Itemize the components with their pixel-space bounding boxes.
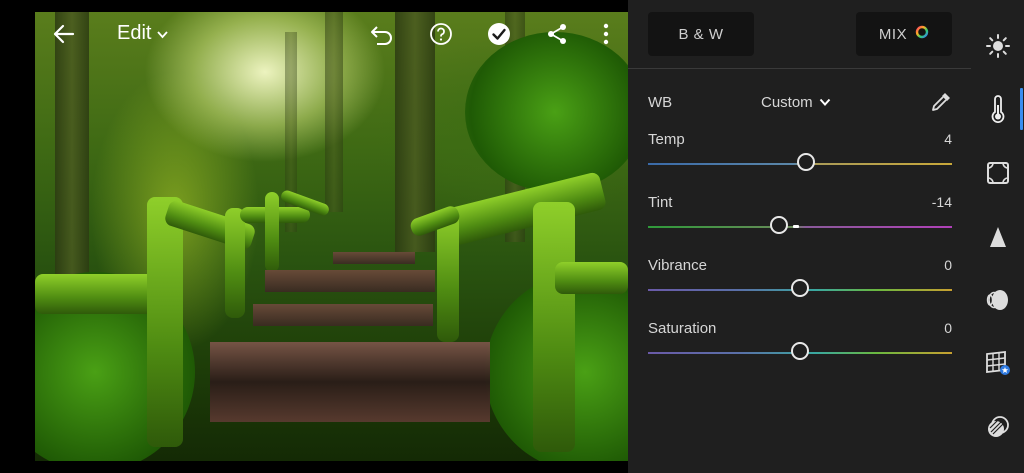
moss-post: [147, 197, 183, 447]
wb-preset-dropdown[interactable]: Custom: [761, 94, 831, 111]
edit-mode-dropdown[interactable]: Edit: [117, 22, 169, 45]
slider-label: Vibrance: [648, 257, 707, 274]
more-vertical-icon[interactable]: [598, 22, 614, 46]
slider-label: Temp: [648, 131, 685, 148]
chevron-down-icon: [157, 22, 169, 45]
default-value-marker: [793, 225, 799, 228]
moss-post: [533, 202, 575, 452]
chevron-down-icon: [819, 94, 831, 111]
vibrance-slider[interactable]: Vibrance 0: [648, 257, 952, 307]
slider-value: 0: [944, 320, 952, 336]
editor-toolbar: Edit: [35, 12, 628, 56]
slider-track[interactable]: [648, 226, 952, 228]
moss-post: [225, 208, 245, 318]
optics-icon[interactable]: [983, 285, 1013, 315]
slider-value: 4: [944, 131, 952, 147]
detail-icon[interactable]: [983, 222, 1013, 252]
slider-thumb[interactable]: [769, 216, 788, 234]
walkway-step: [333, 252, 415, 264]
check-icon[interactable]: [486, 22, 512, 46]
eyedropper-icon[interactable]: [929, 90, 953, 118]
geometry-icon[interactable]: [983, 348, 1013, 378]
effects-icon[interactable]: [983, 158, 1013, 188]
arrow-left-icon[interactable]: [51, 22, 77, 46]
walkway-step: [253, 304, 433, 326]
walkway-step: [265, 270, 435, 292]
white-balance-row: WB Custom: [648, 93, 953, 116]
slider-thumb[interactable]: [797, 153, 816, 171]
panel-divider: [628, 68, 971, 69]
moss-rail: [555, 262, 628, 294]
wb-preset-value: Custom: [761, 94, 813, 111]
light-icon[interactable]: [983, 31, 1013, 61]
color-panel: B & W MIX WB Custom Temp 4 Tint -14 Vibr…: [628, 0, 971, 473]
slider-value: 0: [944, 257, 952, 273]
tint-slider[interactable]: Tint -14: [648, 194, 952, 244]
share-icon[interactable]: [544, 22, 570, 46]
color-temperature-icon[interactable]: [983, 94, 1013, 124]
mix-button-label: MIX: [878, 25, 908, 43]
slider-label: Tint: [648, 194, 673, 211]
walkway-step: [210, 342, 490, 422]
undo-icon[interactable]: [368, 22, 396, 46]
temp-slider[interactable]: Temp 4: [648, 131, 952, 181]
edit-mode-label: Edit: [117, 22, 152, 44]
presets-icon[interactable]: [983, 412, 1013, 442]
bw-button[interactable]: B & W: [648, 12, 754, 56]
saturation-slider[interactable]: Saturation 0: [648, 320, 952, 370]
slider-thumb[interactable]: [791, 342, 809, 360]
mix-button[interactable]: MIX: [856, 12, 952, 56]
active-tool-indicator: [1020, 88, 1023, 130]
help-icon[interactable]: [428, 22, 454, 46]
photo-canvas[interactable]: [35, 12, 628, 461]
foliage: [465, 32, 628, 192]
bw-button-label: B & W: [678, 25, 724, 43]
wb-label: WB: [648, 94, 673, 111]
color-wheel-icon: [915, 25, 929, 43]
moss-post: [265, 192, 279, 272]
slider-value: -14: [931, 194, 952, 210]
slider-label: Saturation: [648, 320, 717, 337]
moss-post: [437, 212, 459, 342]
slider-thumb[interactable]: [791, 279, 809, 297]
tool-rail: [971, 0, 1024, 473]
